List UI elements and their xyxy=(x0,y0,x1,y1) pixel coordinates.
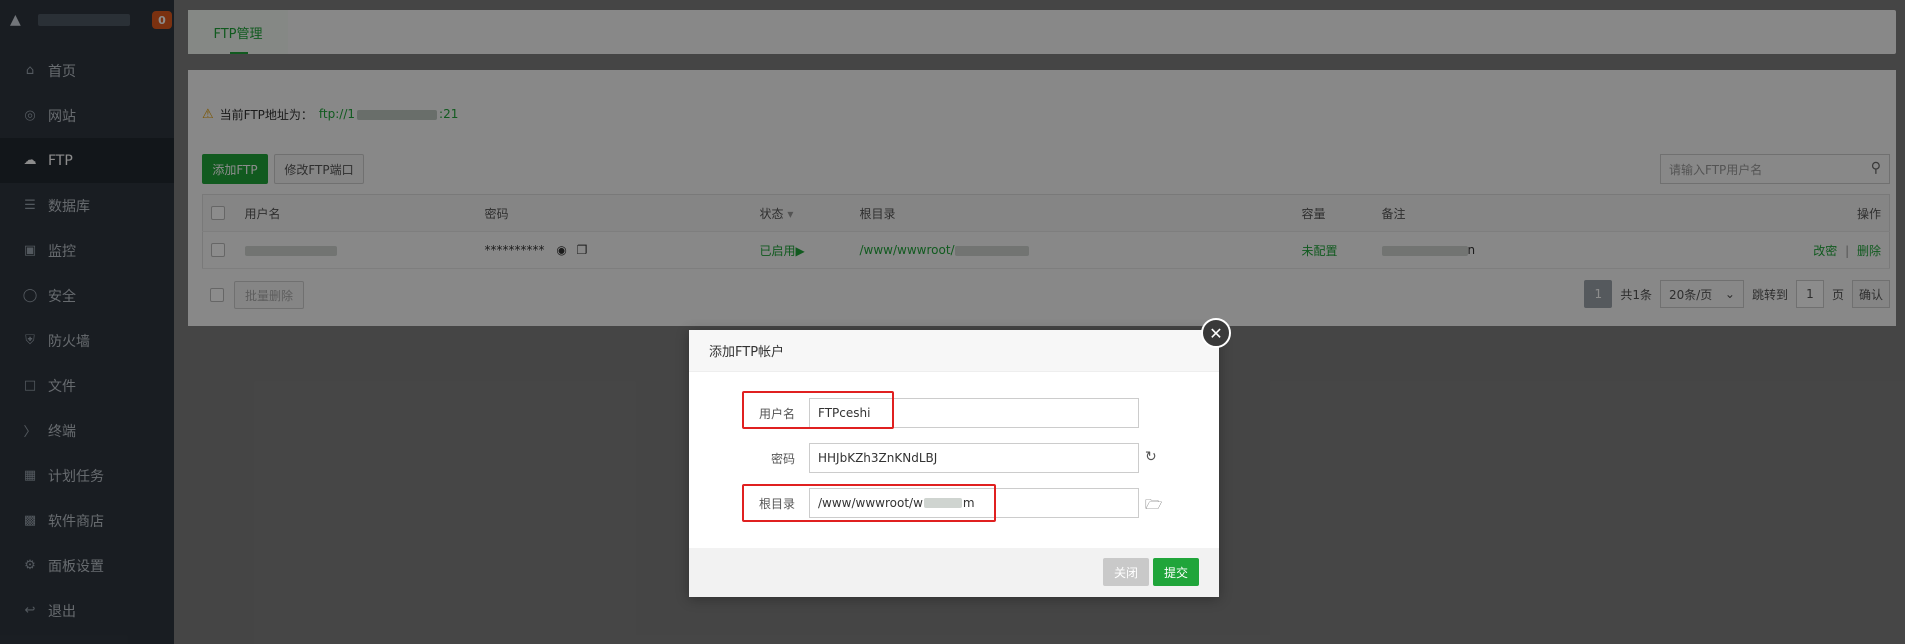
close-button[interactable]: 关闭 xyxy=(1103,558,1149,586)
modal-close-icon[interactable]: ✕ xyxy=(1201,318,1231,348)
modal-footer: 关闭 提交 xyxy=(689,548,1219,597)
username-highlight-box xyxy=(742,391,894,429)
password-label: 密码 xyxy=(770,451,795,466)
add-ftp-modal: 添加FTP帐户 ✕ 用户名 FTPceshi 密码 HHJbKZh3ZnKNdL… xyxy=(689,318,1231,597)
folder-open-icon[interactable]: 🗁 xyxy=(1145,494,1162,518)
refresh-icon[interactable]: ↻ xyxy=(1145,449,1157,465)
root-dir-highlight-box xyxy=(742,484,996,522)
password-row: 密码 HHJbKZh3ZnKNdLBJ ↻ xyxy=(689,443,1219,473)
modal-title: 添加FTP帐户 xyxy=(689,330,1219,372)
password-input[interactable]: HHJbKZh3ZnKNdLBJ xyxy=(809,443,1139,473)
submit-button[interactable]: 提交 xyxy=(1153,558,1199,586)
